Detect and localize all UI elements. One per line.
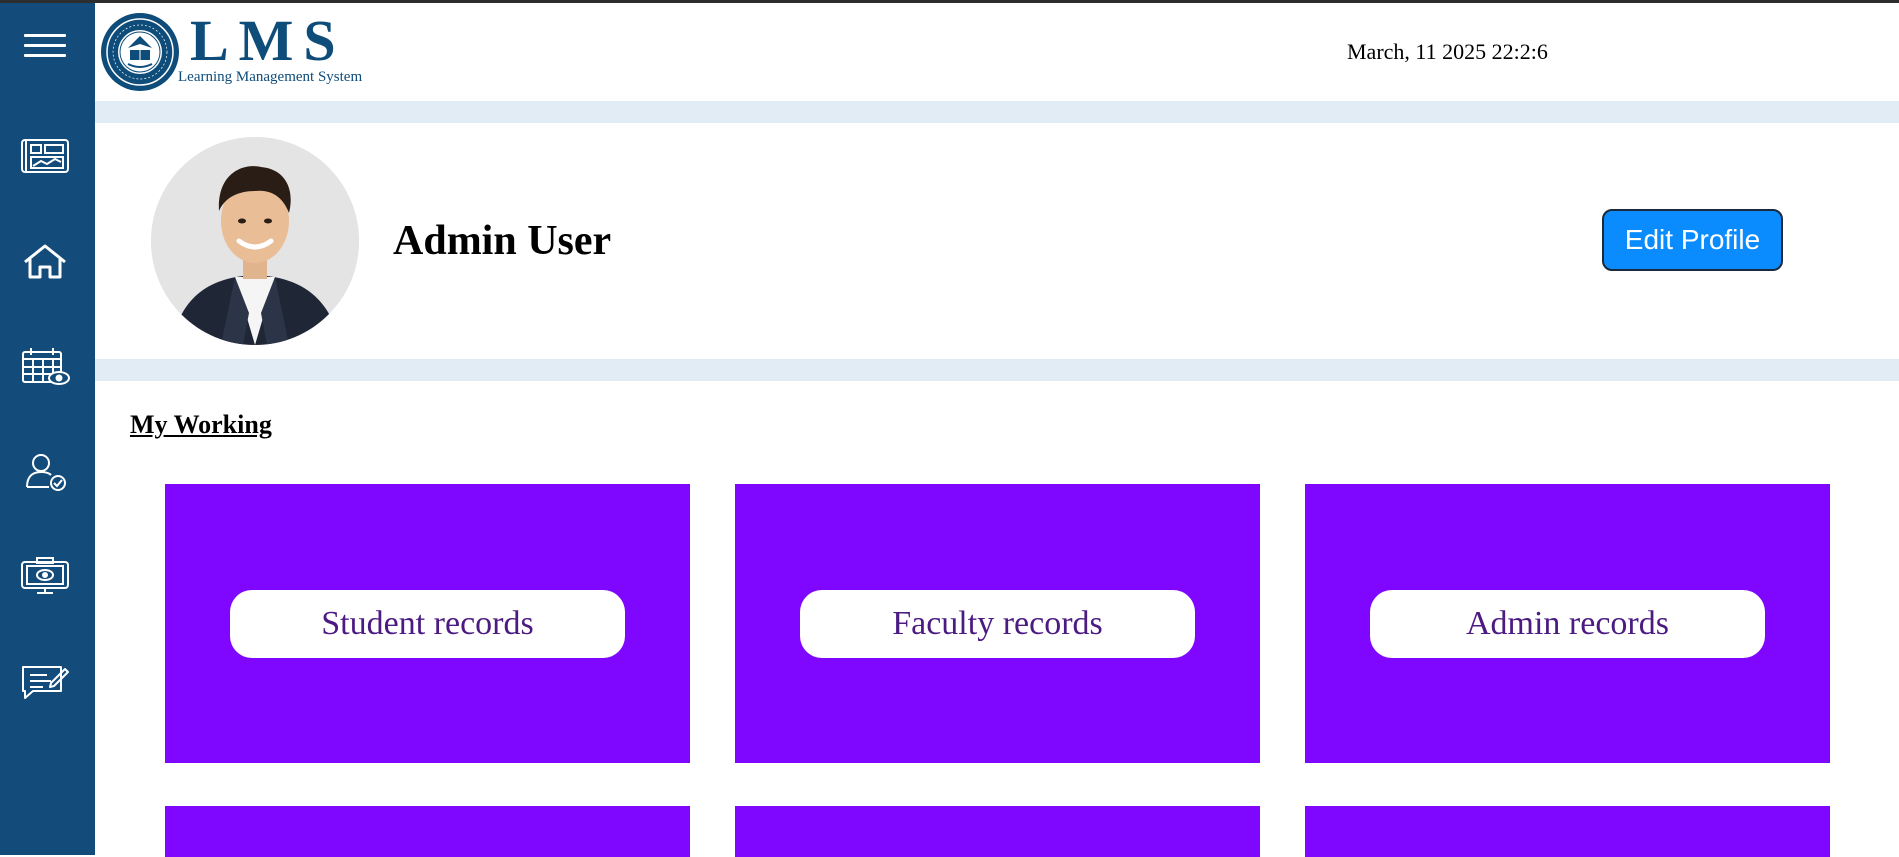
card-label[interactable]: Admin records — [1370, 590, 1765, 658]
current-datetime: March, 11 2025 22:2:6 — [1347, 39, 1548, 64]
section-title: My Working — [130, 410, 272, 439]
records-card[interactable] — [735, 806, 1260, 857]
divider-band — [95, 101, 1899, 123]
app-logo-subtitle: Learning Management System — [178, 69, 363, 85]
dashboard-icon[interactable] — [19, 136, 71, 176]
screen-view-icon[interactable] — [19, 556, 71, 596]
divider-band — [95, 359, 1899, 381]
calendar-view-icon[interactable] — [19, 346, 71, 386]
edit-profile-button[interactable]: Edit Profile — [1602, 209, 1783, 271]
app-logo-text: LMS — [190, 8, 346, 73]
feedback-icon[interactable] — [19, 661, 71, 701]
student-records-card[interactable]: Student records — [165, 484, 690, 763]
records-card[interactable] — [1305, 806, 1830, 857]
home-icon[interactable] — [19, 241, 71, 281]
header: LMS Learning Management System March, 11… — [95, 3, 1899, 101]
faculty-records-card[interactable]: Faculty records — [735, 484, 1260, 763]
card-label[interactable]: Student records — [230, 590, 625, 658]
university-seal-logo — [100, 12, 180, 92]
records-card[interactable] — [165, 806, 690, 857]
user-check-icon[interactable] — [19, 451, 71, 491]
avatar — [151, 137, 359, 345]
admin-records-card[interactable]: Admin records — [1305, 484, 1830, 763]
sidebar — [0, 3, 95, 855]
profile-name: Admin User — [393, 218, 612, 264]
profile-panel: Admin User Edit Profile — [95, 123, 1899, 359]
card-label[interactable]: Faculty records — [800, 590, 1195, 658]
menu-icon[interactable] — [24, 34, 66, 60]
